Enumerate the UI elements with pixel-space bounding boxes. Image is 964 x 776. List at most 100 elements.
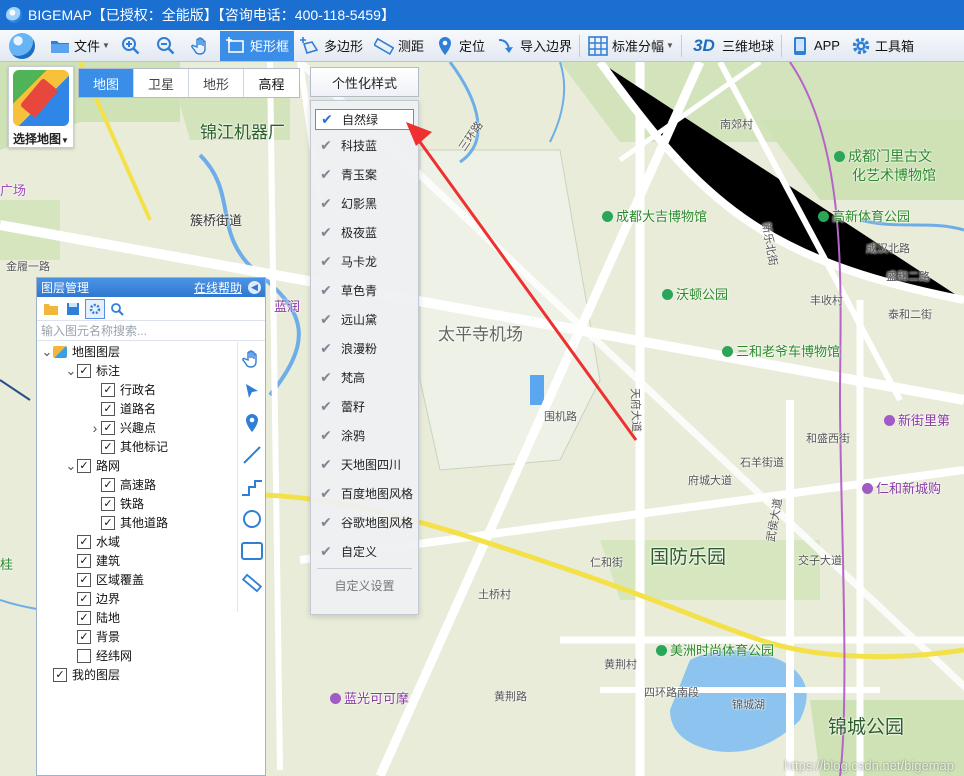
search-button[interactable] — [107, 299, 127, 319]
polygon-button[interactable]: 多边形 — [294, 31, 368, 61]
layer-tree-row[interactable]: ✓ 边界 — [37, 589, 233, 608]
style-item[interactable]: ✔ 青玉案 — [311, 160, 418, 189]
import-boundary-button[interactable]: 导入边界 — [490, 31, 577, 61]
layer-tree-row[interactable]: ⌄ ✓ 路网 — [37, 456, 233, 475]
layer-tree-row[interactable]: › ✓ 兴趣点 — [37, 418, 233, 437]
marker-tool-button[interactable] — [240, 409, 264, 436]
open-folder-button[interactable] — [41, 299, 61, 319]
zoom-in-button[interactable] — [115, 31, 150, 61]
circle-tool-button[interactable] — [240, 505, 264, 532]
style-item[interactable]: ✔ 谷歌地图风格 — [311, 508, 418, 537]
layer-tree-row[interactable]: ✓ 水域 — [37, 532, 233, 551]
layer-tree-row[interactable]: ✓ 铁路 — [37, 494, 233, 513]
3d-earth-button[interactable]: 3D 三维地球 — [684, 31, 779, 61]
style-item[interactable]: ✔ 天地图四川 — [311, 450, 418, 479]
toolbox-button[interactable]: 工具箱 — [845, 31, 919, 61]
layer-tree-row[interactable]: ✓ 背景 — [37, 627, 233, 646]
chevron-down-icon[interactable]: ⌄ — [65, 364, 77, 377]
chevron-right-icon[interactable]: › — [89, 420, 101, 436]
watermark: https://blog.csdn.net/bigemap — [784, 758, 954, 773]
rectangle-select-button[interactable]: 矩形框 — [219, 30, 294, 61]
layer-tree-row[interactable]: ✓ 我的图层 — [37, 665, 233, 684]
style-item[interactable]: ✔ 涂鸦 — [311, 421, 418, 450]
layer-checkbox[interactable]: ✓ — [101, 420, 115, 435]
map-label: 和盛西街 — [806, 433, 850, 445]
layer-checkbox[interactable]: ✓ — [77, 363, 91, 378]
layer-tree-row[interactable]: ✓ 行政名 — [37, 380, 233, 399]
layer-tree-row[interactable]: ✓ 区域覆盖 — [37, 570, 233, 589]
style-item[interactable]: ✔ 远山黛 — [311, 305, 418, 334]
layer-checkbox[interactable]: ✓ — [101, 477, 115, 492]
rectangle-tool-button[interactable] — [240, 537, 264, 564]
location-pin-icon — [434, 35, 456, 57]
layer-search-input[interactable]: 输入图元名称搜索... — [37, 321, 265, 341]
location-pin-icon — [245, 413, 258, 432]
layer-checkbox[interactable] — [77, 648, 91, 663]
layer-tree-row[interactable]: ⌄ ✓ 标注 — [37, 361, 233, 380]
layer-checkbox[interactable]: ✓ — [77, 553, 91, 568]
layer-checkbox[interactable]: ✓ — [101, 496, 115, 511]
map-label: 国防乐园 — [650, 547, 727, 568]
custom-style-button[interactable]: 个性化样式 — [310, 67, 419, 97]
style-item[interactable]: ✔ 蕾籽 — [311, 392, 418, 421]
save-button[interactable] — [63, 299, 83, 319]
layer-tree-row[interactable]: ✓ 其他标记 — [37, 437, 233, 456]
layer-tree-row[interactable]: ✓ 建筑 — [37, 551, 233, 570]
style-item[interactable]: ✔ 马卡龙 — [311, 247, 418, 276]
tab-terrain[interactable]: 地形 — [189, 69, 244, 97]
pan-button[interactable] — [185, 31, 220, 61]
layer-checkbox[interactable]: ✓ — [77, 610, 91, 625]
layer-checkbox[interactable]: ✓ — [77, 534, 91, 549]
standard-sheet-button[interactable]: 标准分幅 ▼ — [582, 31, 679, 61]
layer-checkbox[interactable]: ✓ — [101, 382, 115, 397]
measure-tool-button[interactable] — [240, 569, 264, 596]
layer-tree: ⌄ 地图图层 ⌄ ✓ 标注 ✓ 行政名 ✓ 道路名 › ✓ 兴趣点 ✓ 其他标记 ⌄ ✓ 路网 ✓ 高速路 ✓ 铁路 ✓ 其… — [37, 342, 233, 684]
layer-checkbox[interactable]: ✓ — [77, 629, 91, 644]
custom-style-settings-button[interactable]: 自定义设置 — [311, 571, 418, 599]
pan-tool-button[interactable] — [240, 345, 264, 372]
layer-tree-row[interactable]: 经纬网 — [37, 646, 233, 665]
locate-button[interactable]: 定位 — [429, 31, 490, 61]
layer-settings-button[interactable] — [85, 298, 105, 319]
chevron-down-icon[interactable]: ⌄ — [65, 459, 77, 472]
layer-checkbox[interactable]: ✓ — [77, 458, 91, 473]
checkmark-icon: ✔ — [320, 340, 332, 356]
layer-checkbox[interactable]: ✓ — [77, 591, 91, 606]
style-item[interactable]: ✔ 浪漫粉 — [311, 334, 418, 363]
online-help-link[interactable]: 在线帮助 — [194, 279, 242, 296]
layer-checkbox[interactable]: ✓ — [53, 667, 67, 682]
globe-menu-button[interactable] — [0, 30, 44, 62]
tab-elevation[interactable]: 高程 — [244, 69, 299, 97]
chevron-down-icon[interactable]: ⌄ — [41, 345, 53, 358]
style-item[interactable]: ✔ 自然绿 — [315, 109, 414, 130]
measure-distance-button[interactable]: 测距 — [368, 31, 429, 61]
select-tool-button[interactable] — [240, 377, 264, 404]
layer-tree-row[interactable]: ✓ 陆地 — [37, 608, 233, 627]
layer-tree-row[interactable]: ✓ 道路名 — [37, 399, 233, 418]
style-item[interactable]: ✔ 科技蓝 — [311, 131, 418, 160]
style-item[interactable]: ✔ 草色青 — [311, 276, 418, 305]
line-tool-button[interactable] — [240, 441, 264, 468]
layer-tree-row[interactable]: ✓ 高速路 — [37, 475, 233, 494]
layer-checkbox[interactable]: ✓ — [101, 515, 115, 530]
checkmark-icon: ✔ — [320, 514, 332, 530]
style-item[interactable]: ✔ 幻影黑 — [311, 189, 418, 218]
style-item[interactable]: ✔ 百度地图风格 — [311, 479, 418, 508]
style-item-label: 青玉案 — [341, 168, 378, 182]
tab-map[interactable]: 地图 — [79, 69, 134, 97]
style-item[interactable]: ✔ 极夜蓝 — [311, 218, 418, 247]
layer-checkbox[interactable]: ✓ — [101, 439, 115, 454]
style-item[interactable]: ✔ 梵高 — [311, 363, 418, 392]
file-menu-button[interactable]: 文件 ▼ — [44, 31, 115, 61]
layer-checkbox[interactable]: ✓ — [77, 572, 91, 587]
polyline-tool-button[interactable] — [240, 473, 264, 500]
style-item[interactable]: ✔ 自定义 — [311, 537, 418, 566]
collapse-icon[interactable]: ◀ — [248, 281, 261, 294]
choose-map-button[interactable]: 选择地图▼ — [8, 66, 74, 148]
layer-tree-row[interactable]: ⌄ 地图图层 — [37, 342, 233, 361]
layer-tree-row[interactable]: ✓ 其他道路 — [37, 513, 233, 532]
layer-checkbox[interactable]: ✓ — [101, 401, 115, 416]
zoom-out-button[interactable] — [150, 31, 185, 61]
tab-satellite[interactable]: 卫星 — [134, 69, 189, 97]
app-button[interactable]: APP — [784, 31, 845, 61]
